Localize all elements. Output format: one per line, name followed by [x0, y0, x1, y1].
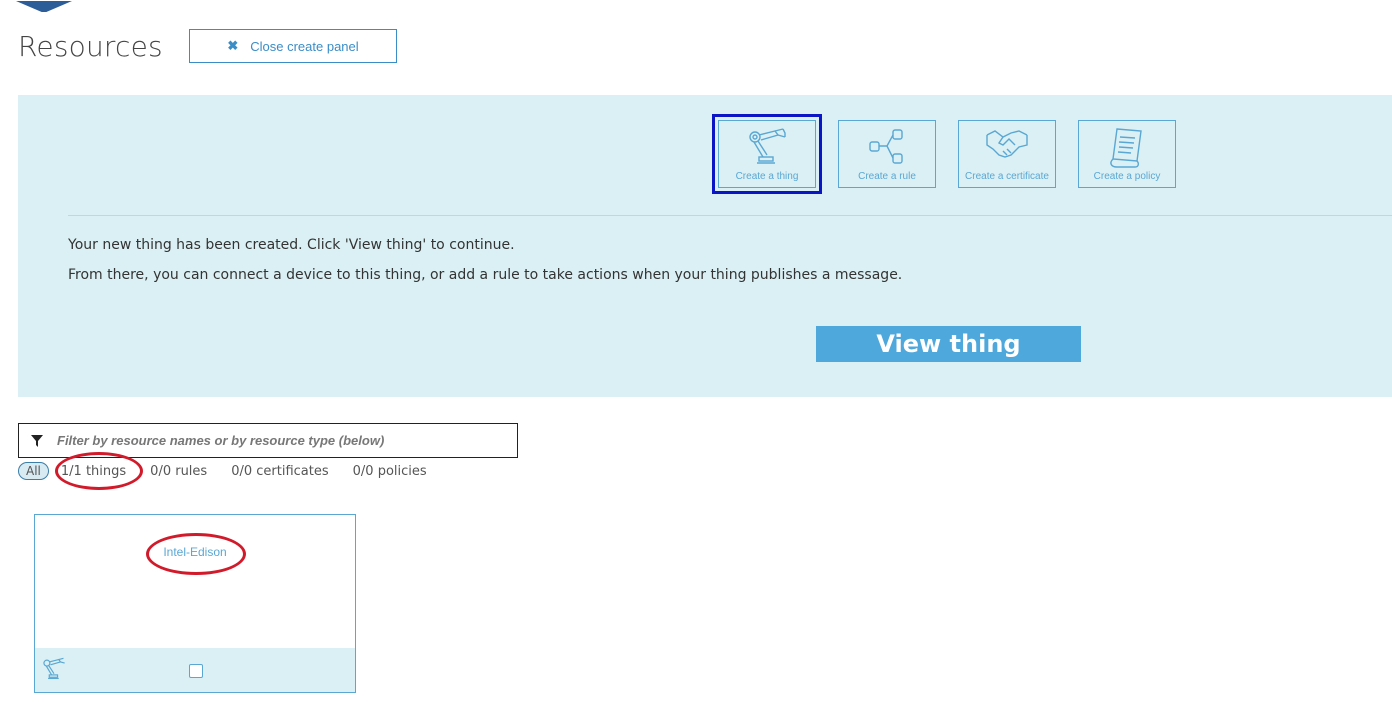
logo — [16, 0, 76, 12]
create-panel: Create a thing Create a rule Create a ce… — [18, 95, 1392, 397]
thing-created-message: Your new thing has been created. Click '… — [68, 237, 515, 253]
create-policy-label: Create a policy — [1093, 171, 1161, 182]
annotation-ring — [55, 452, 143, 490]
panel-divider — [68, 215, 1392, 216]
robot-arm-icon — [41, 656, 67, 687]
next-steps-message: From there, you can connect a device to … — [68, 267, 903, 283]
create-thing-tile[interactable]: Create a thing — [712, 114, 822, 194]
tab-rules[interactable]: 0/0 rules — [150, 464, 207, 479]
close-create-panel-button[interactable]: ✖ Close create panel — [189, 29, 397, 63]
page-title: Resources — [18, 30, 163, 63]
tab-all[interactable]: All — [18, 462, 49, 480]
create-thing-label: Create a thing — [735, 171, 799, 182]
resource-card-footer — [35, 648, 355, 692]
resource-select-checkbox[interactable] — [189, 664, 203, 678]
create-certificate-tile[interactable]: Create a certificate — [958, 120, 1056, 188]
create-rule-tile[interactable]: Create a rule — [838, 120, 936, 188]
filter-icon — [19, 434, 55, 447]
create-rule-label: Create a rule — [858, 171, 916, 182]
annotation-ring — [146, 533, 246, 575]
create-certificate-label: Create a certificate — [965, 171, 1049, 182]
tab-policies[interactable]: 0/0 policies — [353, 464, 427, 479]
filter-input[interactable] — [55, 432, 517, 449]
view-thing-button[interactable]: View thing — [816, 326, 1081, 362]
close-icon: ✖ — [227, 38, 239, 53]
tab-certificates[interactable]: 0/0 certificates — [231, 464, 328, 479]
close-create-panel-label: Close create panel — [250, 38, 359, 54]
create-policy-tile[interactable]: Create a policy — [1078, 120, 1176, 188]
